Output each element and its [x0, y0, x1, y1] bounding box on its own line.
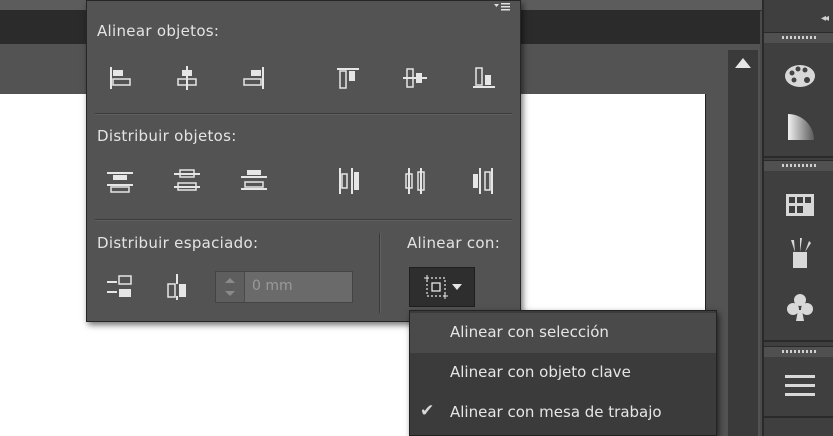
dock-group-header[interactable]: [764, 346, 833, 357]
dock-group-header[interactable]: [764, 32, 833, 43]
align-horizontal-center-button[interactable]: [170, 63, 204, 93]
align-to-label: Alinear con:: [407, 234, 501, 252]
distribute-bottom-button[interactable]: [237, 166, 271, 196]
menu-item-label: Alinear con objeto clave: [450, 363, 631, 381]
dock-separator: [764, 416, 833, 418]
panel-separator: [95, 113, 512, 115]
distribute-vertical-center-button[interactable]: [170, 166, 204, 196]
align-objects-label: Alinear objetos:: [97, 22, 220, 40]
align-bottom-button[interactable]: [467, 63, 501, 93]
panel-menu-icon[interactable]: [492, 1, 512, 16]
align-left-button[interactable]: [103, 63, 137, 93]
align-vertical-center-button[interactable]: [398, 63, 432, 93]
swatches-icon[interactable]: [782, 188, 818, 222]
stroke-icon[interactable]: [782, 370, 818, 404]
chevron-down-icon: [451, 284, 462, 290]
align-right-button[interactable]: [237, 63, 271, 93]
menu-item-align-to-selection[interactable]: Alinear con selección: [410, 313, 716, 353]
distribute-top-button[interactable]: [103, 166, 137, 196]
distribute-objects-label: Distribuir objetos:: [97, 127, 237, 145]
menu-item-label: Alinear con selección: [450, 323, 609, 341]
dock-collapse-button[interactable]: ◂◂: [821, 13, 829, 24]
stepper-down-icon[interactable]: [225, 291, 235, 296]
align-to-menu: Alinear con selección Alinear con objeto…: [409, 310, 717, 436]
gradient-icon[interactable]: [782, 110, 818, 144]
distribute-spacing-label: Distribuir espaciado:: [97, 234, 259, 252]
align-to-dropdown-button[interactable]: [409, 267, 475, 307]
symbols-icon[interactable]: [782, 290, 818, 324]
scroll-up-icon[interactable]: [735, 58, 751, 68]
distribute-right-button[interactable]: [467, 166, 501, 196]
brushes-icon[interactable]: [782, 238, 818, 272]
menu-item-align-to-artboard[interactable]: ✔ Alinear con mesa de trabajo: [410, 393, 716, 433]
distribute-horizontal-center-button[interactable]: [398, 166, 432, 196]
align-panel: Alinear objetos: Distribuir objetos: Dis…: [86, 0, 521, 322]
menu-item-align-to-key-object[interactable]: Alinear con objeto clave: [410, 353, 716, 393]
menu-item-label: Alinear con mesa de trabajo: [450, 403, 662, 421]
dock-separator: [764, 340, 833, 342]
distribute-vertical-spacing-button[interactable]: [103, 272, 137, 302]
vertical-scrollbar[interactable]: [728, 50, 758, 436]
right-panel-dock: ◂◂: [762, 0, 833, 436]
spacing-stepper[interactable]: [216, 272, 245, 302]
panel-vertical-separator: [379, 233, 381, 313]
distribute-horizontal-spacing-button[interactable]: [161, 272, 195, 302]
artboard-align-icon: [423, 275, 448, 299]
color-palette-icon[interactable]: [782, 58, 818, 92]
align-top-button[interactable]: [331, 63, 365, 93]
stepper-up-icon[interactable]: [225, 278, 235, 283]
spacing-value-input[interactable]: 0 mm: [215, 271, 353, 303]
checkmark-icon: ✔: [420, 401, 435, 421]
dock-group-header[interactable]: [764, 160, 833, 171]
distribute-left-button[interactable]: [331, 166, 365, 196]
panel-separator: [95, 219, 512, 221]
dock-separator: [764, 156, 833, 158]
spacing-value[interactable]: 0 mm: [252, 278, 293, 294]
